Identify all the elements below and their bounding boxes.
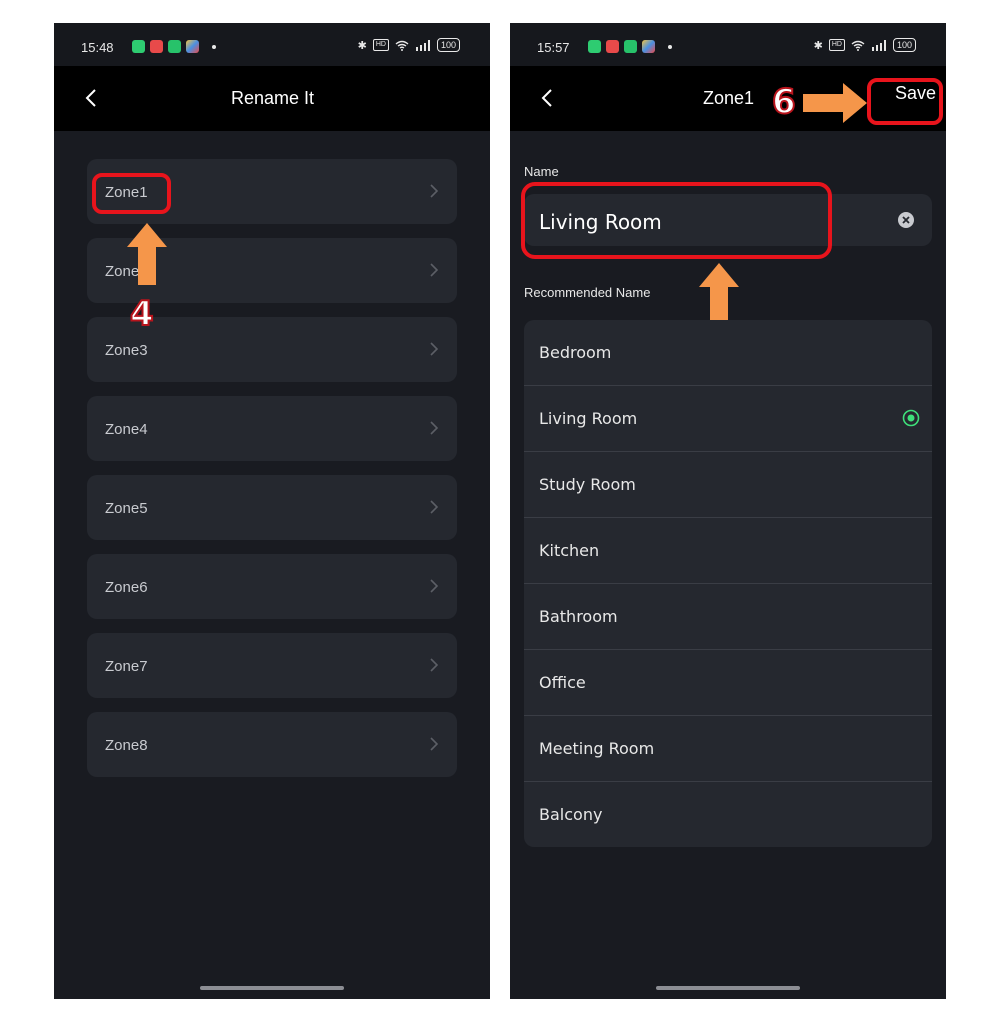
- up-arrow-icon: [127, 223, 167, 285]
- name-field-label: Name: [524, 164, 559, 179]
- music-app-icon: [150, 40, 163, 53]
- app-notification-icon: [588, 40, 601, 53]
- clear-icon[interactable]: [898, 212, 914, 228]
- status-bar: 15:57 ✱ HD 100: [510, 23, 946, 66]
- chevron-right-icon: [430, 579, 439, 593]
- more-notifications-icon: [668, 44, 672, 49]
- radio-selected-icon: [902, 409, 920, 427]
- bluetooth-icon: ✱: [813, 39, 823, 52]
- wifi-icon: [395, 40, 409, 51]
- signal-icon: [871, 39, 886, 51]
- wifi-icon: [851, 40, 865, 51]
- battery-icon: 100: [892, 38, 916, 52]
- photos-app-icon: [642, 40, 655, 53]
- hd-icon: HD: [372, 39, 389, 51]
- system-icons: ✱ HD 100: [814, 38, 916, 52]
- recommended-item-label: Kitchen: [539, 541, 600, 560]
- zone-label: Zone5: [105, 500, 148, 517]
- message-app-icon: [168, 40, 181, 53]
- chevron-right-icon: [430, 500, 439, 514]
- step-number-6: 6: [771, 81, 797, 123]
- chevron-right-icon: [430, 184, 439, 198]
- recommended-name-list: Bedroom Living Room Study Room Kitchen B…: [524, 320, 932, 847]
- right-arrow-icon: [803, 83, 867, 123]
- zone-item-6[interactable]: Zone6: [87, 554, 457, 619]
- recommended-item-living-room[interactable]: Living Room: [524, 386, 932, 452]
- bluetooth-icon: ✱: [357, 39, 367, 52]
- up-arrow-icon: [699, 263, 739, 323]
- chevron-right-icon: [430, 658, 439, 672]
- phone-screen-rename: 15:48 ✱ HD 100 Rename It Zone1 Zone Zone…: [54, 23, 490, 999]
- photos-app-icon: [186, 40, 199, 53]
- recommended-name-label: Recommended Name: [524, 285, 651, 300]
- recommended-item-label: Bedroom: [539, 343, 612, 362]
- page-title: Zone1: [703, 88, 755, 108]
- home-indicator: [200, 986, 344, 990]
- notification-icons: [132, 40, 216, 53]
- chevron-right-icon: [430, 263, 439, 277]
- notification-icons: [588, 40, 672, 53]
- recommended-item-bedroom[interactable]: Bedroom: [524, 320, 932, 386]
- highlight-box-name: [521, 182, 832, 259]
- highlight-box-zone1: [92, 173, 171, 214]
- recommended-item-label: Balcony: [539, 805, 603, 824]
- recommended-item-office[interactable]: Office: [524, 650, 932, 716]
- status-bar: 15:48 ✱ HD 100: [54, 23, 490, 66]
- zone-item-7[interactable]: Zone7: [87, 633, 457, 698]
- chevron-right-icon: [430, 342, 439, 356]
- signal-icon: [415, 39, 430, 51]
- highlight-box-save: [867, 78, 943, 125]
- hd-icon: HD: [828, 39, 845, 51]
- zone-item-4[interactable]: Zone4: [87, 396, 457, 461]
- chevron-right-icon: [430, 421, 439, 435]
- zone-label: Zone4: [105, 421, 148, 438]
- system-icons: ✱ HD 100: [358, 38, 460, 52]
- recommended-item-meeting-room[interactable]: Meeting Room: [524, 716, 932, 782]
- recommended-item-label: Meeting Room: [539, 739, 655, 758]
- zone-item-5[interactable]: Zone5: [87, 475, 457, 540]
- more-notifications-icon: [212, 44, 216, 49]
- zone-item-8[interactable]: Zone8: [87, 712, 457, 777]
- phone-screen-edit-name: 15:57 ✱ HD 100 Zone1 Save 6 Name Living …: [510, 23, 946, 999]
- app-header: Rename It: [54, 66, 490, 131]
- zone-label: Zone8: [105, 737, 148, 754]
- recommended-item-label: Office: [539, 673, 586, 692]
- status-time: 15:48: [81, 40, 114, 55]
- zone-label: Zone3: [105, 342, 148, 359]
- recommended-item-balcony[interactable]: Balcony: [524, 782, 932, 847]
- music-app-icon: [606, 40, 619, 53]
- page-title: Rename It: [231, 88, 315, 108]
- home-indicator: [656, 986, 800, 990]
- recommended-item-study-room[interactable]: Study Room: [524, 452, 932, 518]
- battery-icon: 100: [436, 38, 460, 52]
- message-app-icon: [624, 40, 637, 53]
- step-number-4: 4: [129, 293, 155, 335]
- chevron-right-icon: [430, 737, 439, 751]
- recommended-item-kitchen[interactable]: Kitchen: [524, 518, 932, 584]
- recommended-item-label: Bathroom: [539, 607, 618, 626]
- zone-label: Zone7: [105, 658, 148, 675]
- zone-label: Zone6: [105, 579, 148, 596]
- recommended-item-label: Study Room: [539, 475, 636, 494]
- status-time: 15:57: [537, 40, 570, 55]
- recommended-item-bathroom[interactable]: Bathroom: [524, 584, 932, 650]
- back-arrow-icon[interactable]: [538, 88, 558, 108]
- back-arrow-icon[interactable]: [82, 88, 102, 108]
- recommended-item-label: Living Room: [539, 409, 638, 428]
- app-notification-icon: [132, 40, 145, 53]
